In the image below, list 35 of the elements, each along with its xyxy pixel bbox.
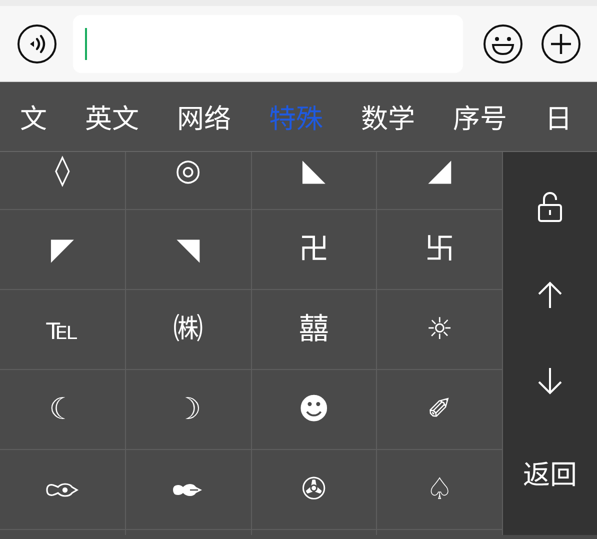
add-icon[interactable] <box>541 24 581 64</box>
symbol-key[interactable]: ✐ <box>427 394 452 424</box>
gourd-icon[interactable] <box>172 482 204 498</box>
up-arrow-icon[interactable] <box>537 281 563 309</box>
down-arrow-icon[interactable] <box>537 367 563 395</box>
text-cursor <box>85 28 87 60</box>
symbol-key[interactable]: ◊ <box>54 156 70 186</box>
symbol-key[interactable]: ☼ <box>426 314 454 344</box>
category-tab[interactable]: 序号 <box>453 97 507 136</box>
gourd-icon[interactable] <box>45 482 80 498</box>
category-tab[interactable]: 日 <box>545 97 572 136</box>
symbol-key[interactable]: ℡ <box>46 314 78 344</box>
symbol-key[interactable]: ◢ <box>428 156 452 186</box>
symbol-key[interactable]: ☽ <box>174 394 202 424</box>
category-tab[interactable]: 网络 <box>177 97 231 136</box>
symbol-key[interactable]: ☾ <box>48 394 76 424</box>
unlock-icon[interactable] <box>536 191 564 223</box>
message-input-field[interactable] <box>73 14 463 72</box>
symbol-key[interactable]: ◥ <box>176 234 200 264</box>
category-tab[interactable]: 数学 <box>361 97 415 136</box>
back-button[interactable]: 返回 <box>523 453 577 492</box>
symbol-key[interactable]: ☻ <box>298 394 330 424</box>
voice-icon[interactable] <box>17 24 57 64</box>
symbol-key[interactable]: 卍 <box>298 234 329 264</box>
symbol-key[interactable]: ♤ <box>426 474 454 504</box>
symbol-key[interactable]: ◤ <box>50 234 74 264</box>
symbol-key[interactable]: ◎ <box>175 156 202 186</box>
emoji-icon[interactable] <box>483 24 523 64</box>
category-tab[interactable]: 文 <box>20 97 47 136</box>
symbol-key[interactable]: 囍 <box>298 314 329 344</box>
symbol-key[interactable]: ◣ <box>302 156 326 186</box>
category-tab[interactable]: 英文 <box>85 97 139 136</box>
symbol-key[interactable]: 卐 <box>424 234 455 264</box>
symbol-key[interactable]: ㈱ <box>173 314 204 344</box>
symbol-key[interactable]: ✇ <box>301 474 326 504</box>
